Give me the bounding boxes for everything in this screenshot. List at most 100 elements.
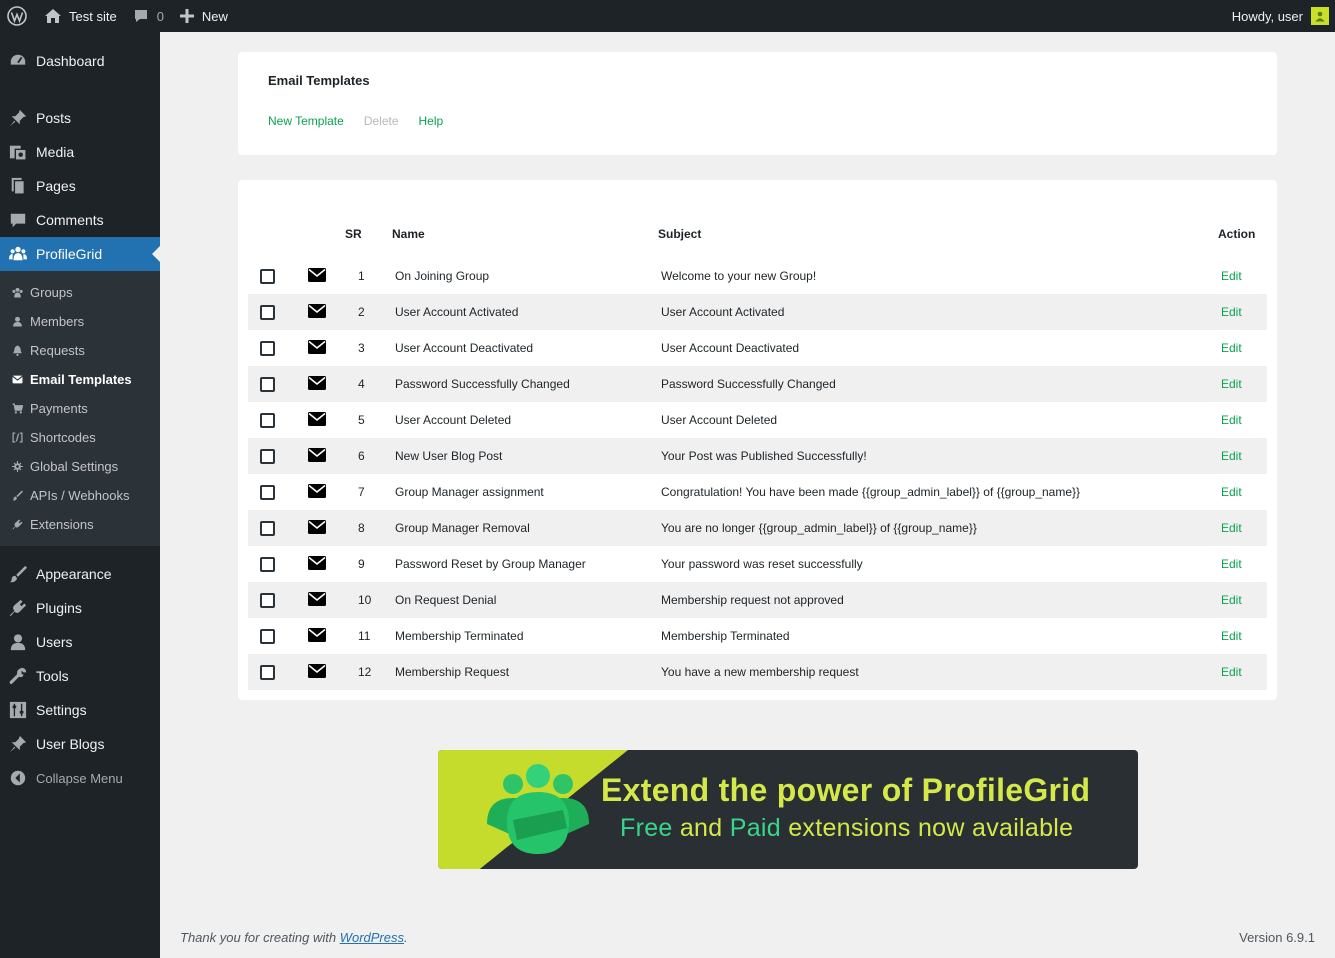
submenu-global-settings[interactable]: Global Settings bbox=[0, 452, 160, 481]
delete-link[interactable]: Delete bbox=[364, 114, 399, 128]
row-edit-link[interactable]: Edit bbox=[1221, 413, 1242, 427]
submenu-email-templates[interactable]: Email Templates bbox=[0, 365, 160, 394]
help-link[interactable]: Help bbox=[419, 114, 444, 128]
submenu-shortcodes[interactable]: Shortcodes bbox=[0, 423, 160, 452]
footer-version: Version 6.9.1 bbox=[1239, 930, 1315, 945]
main-content: Email Templates New Template Delete Help… bbox=[160, 32, 1335, 958]
row-edit-link[interactable]: Edit bbox=[1221, 485, 1242, 499]
new-template-link[interactable]: New Template bbox=[268, 114, 344, 128]
menu-users[interactable]: Users bbox=[0, 625, 160, 659]
plug-icon bbox=[0, 599, 36, 617]
comment-icon bbox=[0, 211, 36, 229]
table-row: 4 Password Successfully Changed Password S… bbox=[248, 366, 1267, 402]
banner-subline: Free and Paid extensions now available bbox=[620, 814, 1073, 843]
row-sr: 6 bbox=[358, 449, 365, 463]
row-name: User Account Deactivated bbox=[395, 341, 534, 355]
submenu-label: Members bbox=[30, 314, 85, 329]
submenu-label: Requests bbox=[30, 343, 85, 358]
comment-icon bbox=[133, 8, 149, 24]
envelope-icon bbox=[308, 268, 326, 285]
row-sr: 5 bbox=[358, 413, 365, 427]
menu-plugins[interactable]: Plugins bbox=[0, 591, 160, 625]
submenu-extensions[interactable]: Extensions bbox=[0, 510, 160, 539]
row-edit-link[interactable]: Edit bbox=[1221, 305, 1242, 319]
row-edit-link[interactable]: Edit bbox=[1221, 629, 1242, 643]
comments-link[interactable]: 0 bbox=[125, 0, 172, 32]
brush-icon bbox=[12, 490, 30, 501]
menu-label: Settings bbox=[36, 702, 87, 718]
extensions-banner[interactable]: Extend the power of ProfileGrid Free and… bbox=[438, 750, 1138, 869]
menu-tools[interactable]: Tools bbox=[0, 659, 160, 693]
row-edit-link[interactable]: Edit bbox=[1221, 449, 1242, 463]
banner-free: Free bbox=[620, 814, 673, 842]
banner-tail: extensions now available bbox=[780, 814, 1074, 842]
home-icon bbox=[44, 8, 62, 24]
row-sr: 9 bbox=[358, 557, 365, 571]
wordpress-logo-icon[interactable] bbox=[0, 0, 34, 32]
row-name: User Account Deleted bbox=[395, 413, 512, 427]
row-edit-link[interactable]: Edit bbox=[1221, 593, 1242, 607]
page-title: Email Templates bbox=[268, 73, 370, 88]
brush-icon bbox=[0, 565, 36, 583]
wordpress-link[interactable]: WordPress bbox=[340, 930, 404, 945]
row-checkbox[interactable] bbox=[260, 413, 275, 428]
submenu-apis-webhooks[interactable]: APIs / Webhooks bbox=[0, 481, 160, 510]
new-label: New bbox=[201, 8, 228, 24]
media-icon bbox=[0, 143, 36, 161]
envelope-icon bbox=[308, 520, 326, 537]
menu-appearance[interactable]: Appearance bbox=[0, 557, 160, 591]
menu-user-blogs[interactable]: User Blogs bbox=[0, 727, 160, 761]
site-name-link[interactable]: Test site bbox=[36, 0, 125, 32]
wrench-icon bbox=[0, 667, 36, 685]
submenu-requests[interactable]: Requests bbox=[0, 336, 160, 365]
menu-label: Collapse Menu bbox=[36, 770, 123, 786]
row-subject: You have a new membership request bbox=[661, 665, 859, 679]
row-checkbox[interactable] bbox=[260, 377, 275, 392]
submenu-payments[interactable]: Payments bbox=[0, 394, 160, 423]
row-checkbox[interactable] bbox=[260, 485, 275, 500]
row-name: On Request Denial bbox=[395, 593, 497, 607]
row-edit-link[interactable]: Edit bbox=[1221, 269, 1242, 283]
row-sr: 3 bbox=[358, 341, 365, 355]
pin-icon bbox=[0, 109, 36, 127]
column-sr: SR bbox=[345, 227, 362, 241]
row-edit-link[interactable]: Edit bbox=[1221, 521, 1242, 535]
row-checkbox[interactable] bbox=[260, 557, 275, 572]
row-name: New User Blog Post bbox=[395, 449, 503, 463]
submenu-groups[interactable]: Groups bbox=[0, 278, 160, 307]
row-checkbox[interactable] bbox=[260, 593, 275, 608]
row-checkbox[interactable] bbox=[260, 269, 275, 284]
gear-icon bbox=[12, 461, 30, 472]
row-checkbox[interactable] bbox=[260, 665, 275, 680]
menu-label: ProfileGrid bbox=[36, 246, 103, 262]
submenu-members[interactable]: Members bbox=[0, 307, 160, 336]
collapse-menu-button[interactable]: Collapse Menu bbox=[0, 761, 160, 795]
row-subject: Welcome to your new Group! bbox=[661, 269, 817, 283]
row-checkbox[interactable] bbox=[260, 449, 275, 464]
menu-dashboard[interactable]: Dashboard bbox=[0, 32, 160, 90]
my-account-link[interactable]: Howdy, user bbox=[1224, 0, 1335, 32]
menu-profilegrid[interactable]: ProfileGrid bbox=[0, 237, 160, 271]
new-content-link[interactable]: New bbox=[172, 0, 236, 32]
menu-label: Appearance bbox=[36, 566, 112, 582]
row-edit-link[interactable]: Edit bbox=[1221, 341, 1242, 355]
templates-table: SR Name Subject Action 1 On Joining Group… bbox=[238, 180, 1277, 700]
row-edit-link[interactable]: Edit bbox=[1221, 557, 1242, 571]
row-edit-link[interactable]: Edit bbox=[1221, 377, 1242, 391]
row-name: Password Successfully Changed bbox=[395, 377, 570, 391]
table-row: 12 Membership Request You have a new membe… bbox=[248, 654, 1267, 690]
menu-posts[interactable]: Posts bbox=[0, 101, 160, 135]
row-checkbox[interactable] bbox=[260, 629, 275, 644]
row-checkbox[interactable] bbox=[260, 341, 275, 356]
menu-pages[interactable]: Pages bbox=[0, 169, 160, 203]
menu-comments[interactable]: Comments bbox=[0, 203, 160, 237]
row-name: Membership Terminated bbox=[395, 629, 524, 643]
row-checkbox[interactable] bbox=[260, 305, 275, 320]
row-checkbox[interactable] bbox=[260, 521, 275, 536]
table-row: 11 Membership Terminated Membership Termin… bbox=[248, 618, 1267, 654]
menu-settings[interactable]: Settings bbox=[0, 693, 160, 727]
menu-media[interactable]: Media bbox=[0, 135, 160, 169]
pin-icon bbox=[0, 735, 36, 753]
dashboard-icon bbox=[0, 52, 36, 70]
row-edit-link[interactable]: Edit bbox=[1221, 665, 1242, 679]
